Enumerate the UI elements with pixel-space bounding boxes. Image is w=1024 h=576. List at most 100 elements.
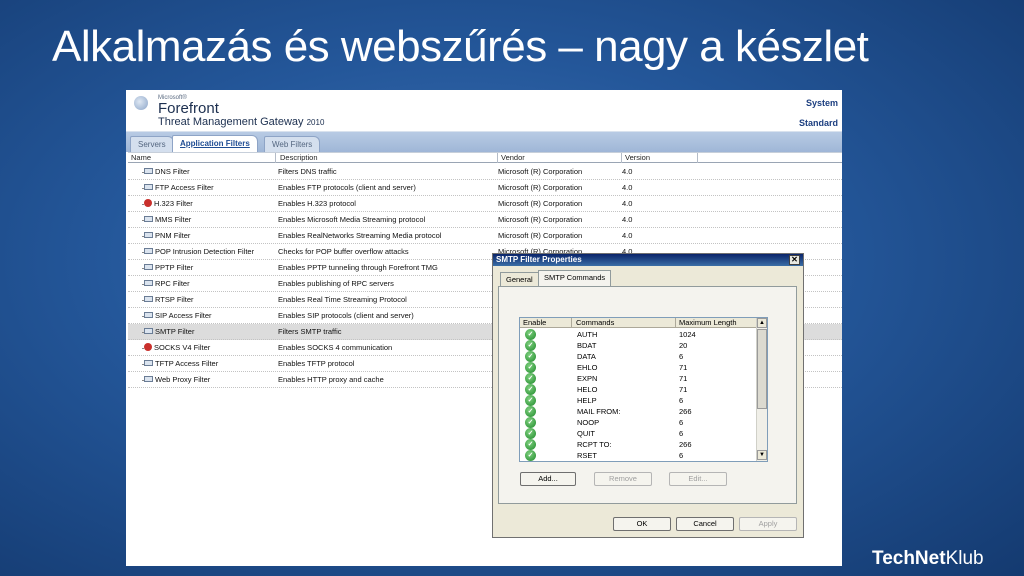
enabled-check-icon[interactable]: ✓ bbox=[525, 351, 536, 362]
command-name: BDAT bbox=[577, 341, 597, 350]
list-item[interactable]: ✓ NOOP 6 bbox=[520, 417, 757, 428]
filter-version: 4.0 bbox=[622, 183, 633, 192]
filter-name: H.323 Filter bbox=[144, 199, 193, 208]
scroll-thumb[interactable] bbox=[757, 329, 767, 409]
filter-icon bbox=[144, 280, 153, 287]
scroll-up-icon[interactable]: ▲ bbox=[757, 318, 767, 328]
command-max-length: 71 bbox=[679, 385, 688, 394]
alert-filter-icon bbox=[144, 199, 152, 208]
filter-icon bbox=[144, 296, 153, 303]
commands-scrollbar[interactable]: ▲ ▼ bbox=[756, 318, 767, 461]
column-header-version[interactable]: Version bbox=[622, 153, 698, 163]
filter-name-text: Web Proxy Filter bbox=[155, 375, 211, 384]
scroll-down-icon[interactable]: ▼ bbox=[757, 450, 767, 460]
command-name: MAIL FROM: bbox=[577, 407, 621, 416]
remove-button[interactable]: Remove bbox=[594, 472, 652, 486]
command-name: HELO bbox=[577, 385, 598, 394]
list-item[interactable]: ✓ BDAT 20 bbox=[520, 340, 757, 351]
filter-description: Filters DNS traffic bbox=[278, 167, 337, 176]
list-item[interactable]: ✓ EHLO 71 bbox=[520, 362, 757, 373]
filter-description: Enables SOCKS 4 communication bbox=[278, 343, 393, 352]
enabled-check-icon[interactable]: ✓ bbox=[525, 395, 536, 406]
command-name: EHLO bbox=[577, 363, 598, 372]
filter-name: PNM Filter bbox=[144, 231, 190, 240]
apply-button[interactable]: Apply bbox=[739, 517, 797, 531]
smtp-filter-properties-dialog: SMTP Filter Properties ✕ General SMTP Co… bbox=[492, 253, 804, 538]
enabled-check-icon[interactable]: ✓ bbox=[525, 340, 536, 351]
enabled-check-icon[interactable]: ✓ bbox=[525, 384, 536, 395]
list-item[interactable]: ✓ RCPT TO: 266 bbox=[520, 439, 757, 450]
dialog-tab-smtp-commands[interactable]: SMTP Commands bbox=[538, 270, 612, 287]
tab-servers[interactable]: Servers bbox=[130, 136, 174, 152]
command-name: HELP bbox=[577, 396, 597, 405]
command-name: RCPT TO: bbox=[577, 440, 612, 449]
filter-description: Enables HTTP proxy and cache bbox=[278, 375, 384, 384]
list-item[interactable]: ✓ AUTH 1024 bbox=[520, 329, 757, 340]
enabled-check-icon[interactable]: ✓ bbox=[525, 362, 536, 373]
enabled-check-icon[interactable]: ✓ bbox=[525, 439, 536, 450]
filter-name: SOCKS V4 Filter bbox=[144, 343, 210, 352]
table-row[interactable]: FTP Access Filter Enables FTP protocols (… bbox=[128, 180, 842, 196]
filter-description: Enables RealNetworks Streaming Media pro… bbox=[278, 231, 442, 240]
brand-technet: TechNet bbox=[872, 548, 946, 569]
command-name: QUIT bbox=[577, 429, 595, 438]
enabled-check-icon[interactable]: ✓ bbox=[525, 329, 536, 340]
grid-header: Name Description Vendor Version bbox=[128, 152, 842, 163]
edit-button[interactable]: Edit... bbox=[669, 472, 727, 486]
list-item[interactable]: ✓ QUIT 6 bbox=[520, 428, 757, 439]
close-icon[interactable]: ✕ bbox=[789, 255, 800, 265]
brand-klub: Klub bbox=[945, 548, 984, 569]
list-item[interactable]: ✓ HELO 71 bbox=[520, 384, 757, 395]
table-row[interactable]: H.323 Filter Enables H.323 protocol Micros… bbox=[128, 196, 842, 212]
alert-filter-icon bbox=[144, 343, 152, 352]
list-item[interactable]: ✓ RSET 6 bbox=[520, 450, 757, 461]
enabled-check-icon[interactable]: ✓ bbox=[525, 406, 536, 417]
column-header-vendor[interactable]: Vendor bbox=[498, 153, 622, 163]
table-row[interactable]: PNM Filter Enables RealNetworks Streaming… bbox=[128, 228, 842, 244]
ok-button[interactable]: OK bbox=[613, 517, 671, 531]
header-system-link[interactable]: System bbox=[806, 98, 838, 108]
enabled-check-icon[interactable]: ✓ bbox=[525, 373, 536, 384]
enabled-check-icon[interactable]: ✓ bbox=[525, 428, 536, 439]
smtp-commands-list[interactable]: Enable Commands Maximum Length ✓ AUTH 1024… bbox=[519, 317, 768, 462]
list-header-commands[interactable]: Commands bbox=[573, 318, 676, 328]
filter-name: DNS Filter bbox=[144, 167, 190, 176]
list-item[interactable]: ✓ DATA 6 bbox=[520, 351, 757, 362]
enabled-check-icon[interactable]: ✓ bbox=[525, 450, 536, 461]
command-max-length: 266 bbox=[679, 440, 692, 449]
table-row[interactable]: DNS Filter Filters DNS traffic Microsoft (… bbox=[128, 164, 842, 180]
filter-description: Enables PPTP tunneling through Forefront… bbox=[278, 263, 438, 272]
enabled-check-icon[interactable]: ✓ bbox=[525, 417, 536, 428]
filter-description: Checks for POP buffer overflow attacks bbox=[278, 247, 409, 256]
dialog-tab-general[interactable]: General bbox=[500, 272, 539, 286]
product-year: 2010 bbox=[306, 118, 325, 127]
column-header-description[interactable]: Description bbox=[277, 153, 498, 163]
tab-web-filters[interactable]: Web Filters bbox=[264, 136, 321, 152]
filter-name: FTP Access Filter bbox=[144, 183, 214, 192]
list-header-max-length[interactable]: Maximum Length bbox=[676, 318, 757, 328]
filter-vendor: Microsoft (R) Corporation bbox=[498, 231, 583, 240]
list-item[interactable]: ✓ MAIL FROM: 266 bbox=[520, 406, 757, 417]
filter-name: Web Proxy Filter bbox=[144, 375, 210, 384]
filter-name-text: DNS Filter bbox=[155, 167, 190, 176]
filter-name: SMTP Filter bbox=[144, 327, 194, 336]
filter-description: Enables TFTP protocol bbox=[278, 359, 355, 368]
filter-name-text: POP Intrusion Detection Filter bbox=[155, 247, 255, 256]
table-row[interactable]: MMS Filter Enables Microsoft Media Stream… bbox=[128, 212, 842, 228]
filter-name-text: SMTP Filter bbox=[155, 327, 195, 336]
column-header-name[interactable]: Name bbox=[128, 153, 276, 163]
cancel-button[interactable]: Cancel bbox=[676, 517, 734, 531]
filter-icon bbox=[144, 328, 153, 335]
slide-title: Alkalmazás és webszűrés – nagy a készlet bbox=[52, 22, 869, 71]
list-item[interactable]: ✓ HELP 6 bbox=[520, 395, 757, 406]
list-header-enable[interactable]: Enable bbox=[520, 318, 572, 328]
list-item[interactable]: ✓ EXPN 71 bbox=[520, 373, 757, 384]
filter-name: PPTP Filter bbox=[144, 263, 193, 272]
add-button[interactable]: Add... bbox=[520, 472, 576, 486]
filter-version: 4.0 bbox=[622, 215, 633, 224]
filter-description: Filters SMTP traffic bbox=[278, 327, 342, 336]
filter-name: RPC Filter bbox=[144, 279, 190, 288]
filter-description: Enables FTP protocols (client and server… bbox=[278, 183, 416, 192]
dialog-title: SMTP Filter Properties bbox=[496, 255, 582, 264]
tab-application-filters[interactable]: Application Filters bbox=[172, 135, 258, 152]
